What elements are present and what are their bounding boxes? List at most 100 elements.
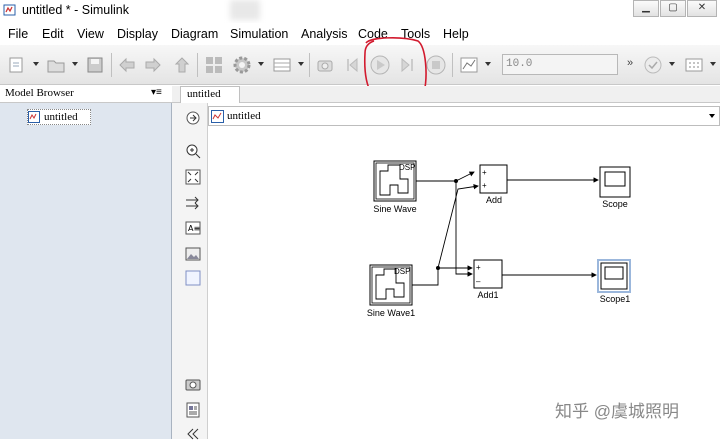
scope-label[interactable]: Scope [595,199,635,209]
sine-wave1-label[interactable]: Sine Wave1 [362,308,420,318]
gear-icon [233,56,251,74]
fit-view-icon [185,169,201,185]
open-dropdown-arrow[interactable] [72,62,78,66]
sine-wave-dsp-badge: DSP [399,163,415,172]
add1-label[interactable]: Add1 [468,290,508,300]
check-dropdown-arrow[interactable] [669,62,675,66]
menu-bar: File Edit View Display Diagram Simulatio… [0,23,720,45]
menu-diagram[interactable]: Diagram [171,27,218,41]
report-button[interactable] [185,402,201,418]
arrow-left-icon [119,57,135,73]
toolbar-separator [111,53,112,77]
check-icon [644,56,662,74]
menu-edit[interactable]: Edit [42,27,64,41]
stop-time-field[interactable]: 10.0 [502,54,618,75]
menu-file[interactable]: File [8,27,28,41]
sine-wave1-dsp-badge: DSP [394,267,410,276]
explorer-path: untitled [227,110,261,122]
tab-untitled[interactable]: untitled [180,86,240,103]
scope1-block[interactable] [597,259,631,293]
tree-node-label: untitled [44,111,78,123]
record-button[interactable] [314,54,336,76]
build-button[interactable] [683,54,705,76]
simulink-app-icon [3,4,16,16]
image-button[interactable] [185,246,201,262]
model-canvas[interactable]: DSP DSP + + + – Sine Wave Sine Wave1 Add… [208,127,720,439]
arrow-up-icon [174,57,190,73]
add-plus-2: + [482,181,487,190]
tab-label: untitled [187,88,221,100]
scope-block[interactable] [599,166,631,198]
menu-help[interactable]: Help [443,27,469,41]
explorer-dropdown-arrow[interactable] [298,62,304,66]
settings-dropdown-arrow[interactable] [258,62,264,66]
hide-show-explorer-button[interactable] [185,110,201,126]
double-chevron-left-icon [187,428,199,440]
explorer-dropdown-arrow[interactable] [709,114,715,118]
zoom-button[interactable] [185,143,201,159]
menu-simulation[interactable]: Simulation [230,27,288,41]
new-model-button[interactable] [6,54,28,76]
new-dropdown-arrow[interactable] [33,62,39,66]
text-annotation-icon: A≡ [185,221,201,235]
menu-display[interactable]: Display [117,27,158,41]
connector-button[interactable] [185,195,201,211]
check-model-button[interactable] [642,54,664,76]
area-button[interactable] [185,270,201,286]
diagram: DSP DSP + + + – [369,160,631,306]
fit-to-view-button[interactable] [185,169,201,185]
arrow-right-icon [145,57,161,73]
close-button[interactable]: ✕ [687,0,717,17]
explorer-bar[interactable]: untitled [208,106,720,126]
inspector-dropdown-arrow[interactable] [485,62,491,66]
build-dropdown-arrow[interactable] [710,62,716,66]
add-block[interactable]: + + [479,164,508,194]
folder-icon [47,60,65,73]
explorer-toggle-icon [186,111,200,125]
add1-block[interactable]: + – [473,259,503,289]
camera-icon [317,60,333,72]
sine-wave-block[interactable]: DSP [373,160,417,202]
stop-icon [426,55,446,75]
annotation-button[interactable]: A≡ [185,220,201,236]
report-icon [186,402,200,418]
more-chevron-icon[interactable]: » [627,57,633,69]
collapse-palette-button[interactable] [185,426,201,442]
image-icon [185,247,201,261]
menu-analysis[interactable]: Analysis [301,27,348,41]
model-settings-button[interactable] [231,54,253,76]
back-button[interactable] [116,54,138,76]
maximize-button[interactable]: ▢ [660,0,686,17]
screenshot-button[interactable] [185,376,201,392]
title-bar: untitled * - Simulink ▁ ▢ ✕ [0,0,720,22]
palette: A≡ [172,103,208,442]
menu-view[interactable]: View [77,27,104,41]
grid-icon [273,58,291,72]
add-label[interactable]: Add [474,195,514,205]
data-inspector-button[interactable] [458,54,480,76]
library-browser-button[interactable] [203,54,225,76]
model-explorer-button[interactable] [271,54,293,76]
stop-button[interactable] [425,54,447,76]
model-browser-header: Model Browser ▾≡ [0,86,172,103]
camera-icon [185,379,201,391]
save-button[interactable] [84,54,106,76]
build-icon [685,58,703,72]
arrows-icon [186,196,199,210]
title-blur [230,0,260,20]
branch-point [454,179,458,183]
up-button[interactable] [171,54,193,76]
model-browser-title: Model Browser [5,87,74,99]
forward-button[interactable] [142,54,164,76]
model-icon [28,111,40,123]
add-plus-1: + [482,168,487,177]
panel-menu-icon[interactable]: ▾≡ [151,87,162,98]
sine-wave-label[interactable]: Sine Wave [368,204,422,214]
minimize-button[interactable]: ▁ [633,0,659,17]
tree-node-root[interactable]: untitled [27,109,91,125]
sine-wave1-block[interactable]: DSP [369,264,413,306]
toolbar-separator [197,53,198,77]
model-icon [211,110,224,123]
scope1-label[interactable]: Scope1 [594,294,636,304]
open-model-button[interactable] [45,54,67,76]
